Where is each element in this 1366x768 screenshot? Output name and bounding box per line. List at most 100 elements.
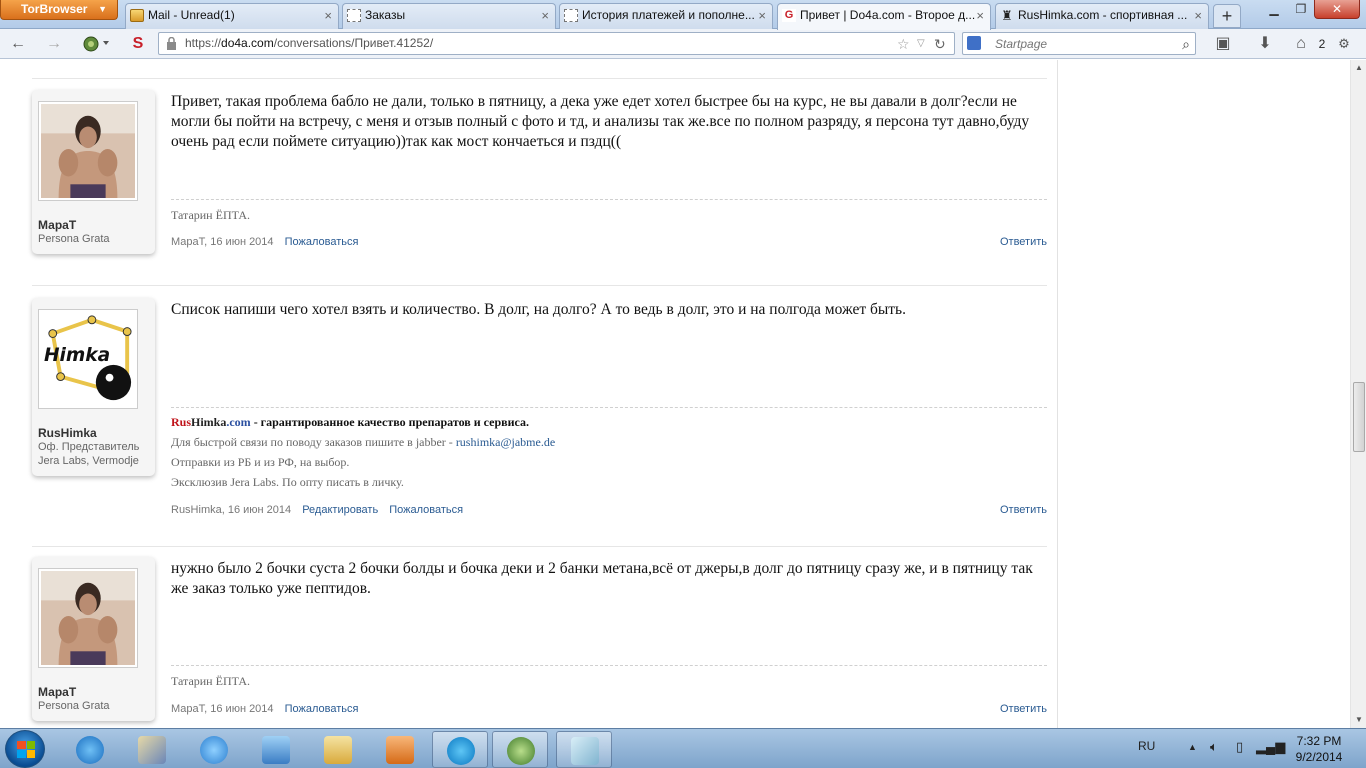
username[interactable]: МараТ	[38, 218, 145, 232]
tab-orders[interactable]: Заказы ×	[342, 3, 556, 29]
tab-title: Mail - Unread(1)	[148, 8, 235, 22]
system-clock[interactable]: 7:32 PM 9/2/2014	[1284, 733, 1354, 765]
torbrowser-window[interactable]	[492, 731, 548, 768]
addon-icon[interactable]: ⚙	[1330, 33, 1358, 55]
edit-link[interactable]: Редактировать	[302, 504, 378, 516]
volume-icon[interactable]: 🔈︎	[1210, 739, 1218, 755]
internet-explorer-window[interactable]	[186, 731, 242, 768]
username[interactable]: МараТ	[38, 685, 145, 699]
signature-line-exclusive: Эксклюзив Jera Labs. По опту писать в ли…	[171, 475, 404, 489]
new-tab-button[interactable]: +	[1213, 4, 1241, 28]
battery-icon[interactable]: ▯	[1236, 739, 1243, 755]
reload-icon[interactable]: ↻	[934, 34, 946, 54]
reply-link[interactable]: Ответить	[1000, 703, 1047, 715]
internet-explorer-pinned[interactable]	[62, 731, 118, 768]
scroll-up-icon[interactable]: ▲	[1351, 60, 1366, 76]
tab-rushimka[interactable]: ♜ RusHimka.com - спортивная ... ×	[995, 3, 1209, 29]
ie-icon	[76, 736, 104, 764]
close-icon[interactable]: ×	[1194, 4, 1202, 27]
message-text: нужно было 2 бочки суста 2 бочки болды и…	[171, 560, 1033, 597]
reply-link[interactable]: Ответить	[1000, 236, 1047, 248]
lock-icon	[167, 37, 176, 50]
address-bar[interactable]: https://do4a.com/conversations/Привет.41…	[158, 32, 955, 55]
blank-page-icon	[347, 9, 361, 22]
avatar[interactable]	[38, 101, 138, 201]
conversation-content: МараТ Persona Grata Привет, такая пробле…	[20, 60, 1058, 728]
start-button[interactable]	[5, 730, 45, 768]
noscript-icon[interactable]: S	[126, 33, 150, 55]
vertical-scrollbar[interactable]: ▲ ▼	[1350, 60, 1366, 728]
scroll-down-icon[interactable]: ▼	[1351, 712, 1366, 728]
reply-link[interactable]: Ответить	[1000, 504, 1047, 516]
close-window-button[interactable]: ✕	[1314, 0, 1360, 19]
post-meta: МараТ, 16 июн 2014 Пожаловаться Ответить	[171, 703, 1047, 715]
message-post: МараТ Persona Grata Привет, такая пробле…	[32, 90, 1048, 290]
jabber-email-link[interactable]: rushimka@jabme.de	[456, 435, 555, 449]
language-indicator[interactable]: RU	[1138, 739, 1155, 753]
skype-icon	[447, 737, 475, 765]
scrollbar-thumb[interactable]	[1353, 382, 1365, 452]
media-player-pinned[interactable]	[372, 731, 428, 768]
media-player-icon	[386, 736, 414, 764]
signature-separator	[171, 199, 1047, 200]
skype-window[interactable]	[432, 731, 488, 768]
globe-icon	[507, 737, 535, 765]
close-icon[interactable]: ×	[976, 4, 984, 27]
mail-pinned[interactable]	[248, 731, 304, 768]
avatar[interactable]: Himka	[38, 309, 138, 409]
history-dropdown-icon[interactable]: ▽	[917, 34, 925, 54]
torbrowser-menu-button[interactable]: TorBrowser ▼	[0, 0, 118, 20]
app-button-label: TorBrowser	[21, 2, 88, 16]
show-hidden-icons-icon[interactable]: ▲	[1188, 742, 1197, 752]
avatar[interactable]	[38, 568, 138, 668]
report-link[interactable]: Пожаловаться	[389, 504, 463, 516]
message-post: Himka RusHimka Оф. Представитель Jera La…	[32, 298, 1048, 528]
report-link[interactable]: Пожаловаться	[285, 703, 359, 715]
restore-button[interactable]: ❐	[1288, 0, 1314, 19]
windows-logo-icon	[17, 741, 35, 758]
forward-button[interactable]: →	[42, 33, 66, 55]
windows-taskbar: RU ▲ 🔈︎ ▯ ▂▄▆ 7:32 PM 9/2/2014	[0, 728, 1366, 768]
page-viewport: МараТ Persona Grata Привет, такая пробле…	[0, 60, 1350, 728]
explorer-pinned[interactable]	[310, 731, 366, 768]
tor-onion-icon[interactable]	[80, 33, 112, 55]
user-title: Persona Grata	[38, 233, 110, 245]
close-icon[interactable]: ×	[324, 4, 332, 27]
tab-title: Заказы	[365, 8, 406, 22]
post-date: МараТ, 16 июн 2014	[171, 236, 274, 248]
tab-strip: TorBrowser ▼ Mail - Unread(1) × Заказы ×…	[0, 0, 1366, 30]
network-signal-icon[interactable]: ▂▄▆	[1256, 739, 1285, 755]
signature: Татарин ЁПТА.	[171, 208, 251, 222]
username[interactable]: RusHimka	[38, 426, 145, 440]
do4a-icon: G	[782, 9, 796, 22]
search-box[interactable]: ⌕	[962, 32, 1196, 55]
app-pinned-tools[interactable]	[124, 731, 180, 768]
search-icon[interactable]: ⌕	[1182, 34, 1190, 54]
user-info-panel: Himka RusHimka Оф. Представитель Jera La…	[32, 298, 155, 476]
back-button[interactable]: ←	[6, 33, 30, 55]
user-photo-avatar	[41, 571, 135, 665]
post-meta: МараТ, 16 июн 2014 Пожаловаться Ответить	[171, 236, 1047, 248]
tab-do4a[interactable]: G Привет | Do4a.com - Второе д... ×	[777, 3, 991, 30]
post-divider	[32, 78, 1047, 79]
report-link[interactable]: Пожаловаться	[285, 236, 359, 248]
minimize-button[interactable]: ▁	[1260, 0, 1288, 19]
post-date: МараТ, 16 июн 2014	[171, 703, 274, 715]
bookmarks-menu-icon[interactable]: ▣	[1208, 33, 1238, 55]
logo-text: Himka	[44, 345, 110, 366]
notepad-window[interactable]	[556, 731, 612, 768]
signature: RusHimka.com - гарантированное качество …	[171, 412, 1047, 492]
close-icon[interactable]: ×	[758, 4, 766, 27]
home-icon[interactable]: ⌂	[1289, 33, 1313, 55]
tab-payments[interactable]: История платежей и пополне... ×	[559, 3, 773, 29]
search-input[interactable]	[995, 35, 1165, 53]
tab-mail[interactable]: Mail - Unread(1) ×	[125, 3, 339, 29]
bookmark-star-icon[interactable]: ☆	[897, 34, 910, 54]
close-icon[interactable]: ×	[541, 4, 549, 27]
tab-title: История платежей и пополне...	[582, 8, 755, 22]
url-text: https://do4a.com/conversations/Привет.41…	[185, 36, 434, 50]
tab-title: RusHimka.com - спортивная ...	[1018, 8, 1188, 22]
search-engine-icon[interactable]	[967, 36, 981, 50]
download-icon[interactable]: ⬇	[1253, 33, 1277, 55]
signature-line-shipping: Отправки из РБ и из РФ, на выбор.	[171, 455, 350, 469]
